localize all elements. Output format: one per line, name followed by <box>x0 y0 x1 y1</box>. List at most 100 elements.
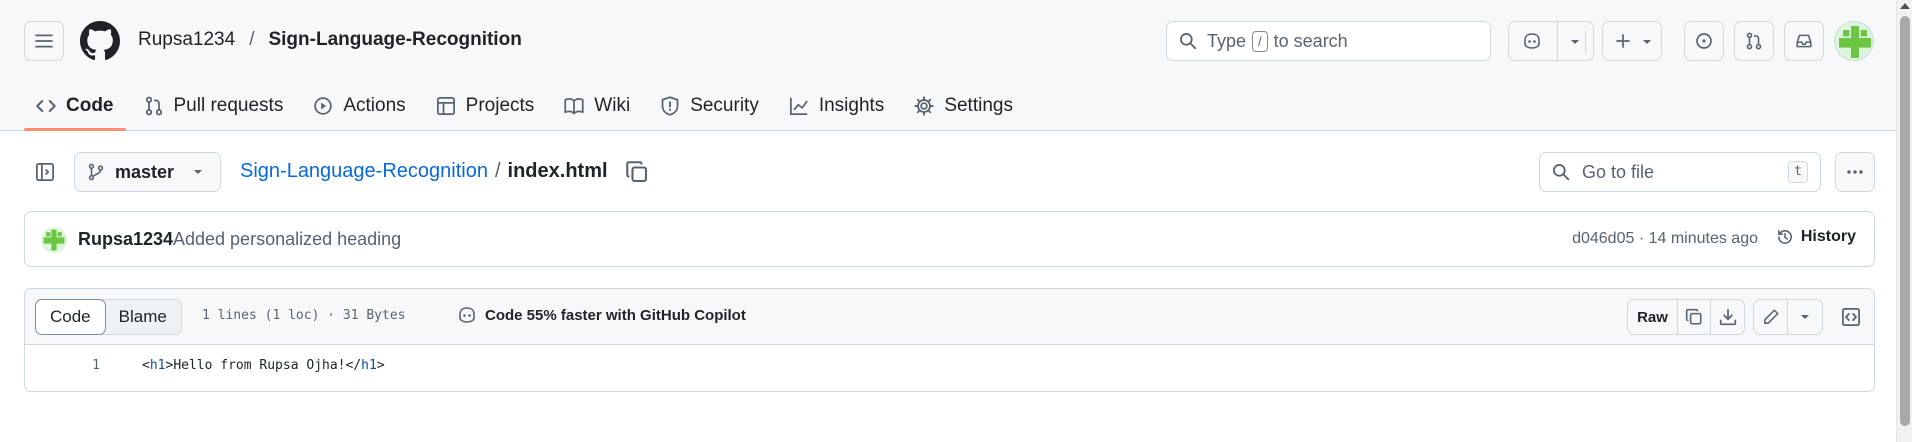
raw-button[interactable]: Raw <box>1628 300 1678 334</box>
book-icon <box>564 98 584 115</box>
path-repo-link[interactable]: Sign-Language-Recognition <box>240 160 488 183</box>
line-content: <h1>Hello from Rupsa Ojha!</h1> <box>142 358 385 373</box>
tab-label: Actions <box>343 95 406 116</box>
pencil-icon <box>1763 309 1779 324</box>
history-button[interactable]: History <box>1776 228 1856 246</box>
search-shortcut-key: / <box>1252 30 1268 52</box>
code-view-button[interactable]: Code <box>35 299 106 335</box>
commit-message[interactable]: Added personalized heading <box>173 229 401 250</box>
code-line: 1 <h1>Hello from Rupsa Ojha!</h1> <box>25 345 1874 391</box>
search-icon <box>1553 164 1570 181</box>
raw-actions-group: Raw <box>1627 299 1745 335</box>
chevron-down-icon <box>1643 40 1651 44</box>
copy-icon[interactable] <box>625 160 649 184</box>
edit-options-dropdown[interactable] <box>1788 300 1822 334</box>
tab-label: Projects <box>465 95 535 116</box>
repo-breadcrumb: Rupsa1234 / Sign-Language-Recognition <box>138 29 522 51</box>
page-scrollbar[interactable] <box>1896 0 1912 442</box>
tab-settings[interactable]: Settings <box>902 82 1025 130</box>
commit-author-avatar[interactable] <box>41 227 67 253</box>
tab-code[interactable]: Code <box>24 82 126 131</box>
history-icon <box>1777 230 1792 244</box>
tab-insights[interactable]: Insights <box>777 82 896 130</box>
copilot-promo-link[interactable]: Code 55% faster with GitHub Copilot <box>457 306 746 324</box>
commit-author[interactable]: Rupsa1234 <box>78 229 173 250</box>
pull-requests-button[interactable] <box>1734 21 1774 61</box>
sidebar-toggle-button[interactable] <box>28 155 62 189</box>
scroll-up-arrow[interactable] <box>1900 3 1910 9</box>
path-separator: / <box>494 160 501 182</box>
hamburger-icon <box>35 34 53 48</box>
copilot-icon[interactable] <box>1522 32 1542 50</box>
shield-icon <box>661 96 679 116</box>
go-to-file-input[interactable]: Go to file t <box>1539 152 1821 192</box>
search-suffix: to search <box>1273 30 1348 51</box>
kebab-horizontal-icon <box>1847 170 1863 174</box>
file-path-breadcrumb: Sign-Language-Recognition / index.html <box>240 160 608 183</box>
tab-label: Pull requests <box>173 95 284 116</box>
plus-icon <box>1616 34 1630 48</box>
file-view: Code Blame 1 lines (1 loc) · 31 Bytes Co… <box>24 288 1875 392</box>
token-text: Hello from Rupsa Ojha! <box>173 358 346 373</box>
download-raw-button[interactable] <box>1711 300 1744 334</box>
line-number[interactable]: 1 <box>55 358 100 373</box>
copilot-button-group[interactable] <box>1508 21 1594 61</box>
github-logo-icon[interactable] <box>80 21 120 61</box>
path-file-name: index.html <box>507 160 608 182</box>
issue-opened-icon <box>1696 33 1712 49</box>
tab-label: Insights <box>818 95 885 116</box>
table-icon <box>436 97 455 115</box>
inbox-icon <box>1796 34 1812 48</box>
tab-wiki[interactable]: Wiki <box>552 82 642 130</box>
more-options-button[interactable] <box>1835 152 1875 192</box>
scrollbar-thumb[interactable] <box>1900 16 1910 426</box>
issues-button[interactable] <box>1684 21 1724 61</box>
repo-owner-link[interactable]: Rupsa1234 <box>138 29 235 51</box>
header-separator <box>1585 31 1586 53</box>
token-punct: > <box>376 358 385 373</box>
graph-icon <box>789 97 808 115</box>
history-label: History <box>1800 228 1856 245</box>
symbols-panel-button[interactable] <box>1836 299 1866 335</box>
tab-label: Code <box>66 95 114 116</box>
git-branch-icon <box>88 163 104 181</box>
tab-label: Wiki <box>594 95 631 116</box>
tab-pull-requests[interactable]: Pull requests <box>132 82 296 130</box>
inbox-button[interactable] <box>1784 21 1824 61</box>
sidebar-expand-icon <box>36 163 54 181</box>
gear-icon <box>914 96 934 116</box>
branch-name: master <box>115 161 175 182</box>
tab-projects[interactable]: Projects <box>424 82 547 130</box>
copy-raw-button[interactable] <box>1678 300 1711 334</box>
menu-button[interactable] <box>24 21 64 61</box>
search-input[interactable]: Type / to search <box>1166 21 1491 61</box>
latest-commit-box: Rupsa1234 Added personalized heading d04… <box>24 211 1875 267</box>
copilot-promo-text: Code 55% faster with GitHub Copilot <box>485 306 746 324</box>
token-tag: h1 <box>149 358 166 373</box>
create-new-button[interactable] <box>1602 21 1662 61</box>
commit-meta[interactable]: d046d05 · 14 minutes ago <box>1572 230 1758 248</box>
user-avatar[interactable] <box>1834 21 1874 61</box>
identicon-icon <box>1839 26 1871 58</box>
app-header: Rupsa1234 / Sign-Language-Recognition Ty… <box>0 0 1896 131</box>
repo-name-link[interactable]: Sign-Language-Recognition <box>268 29 521 51</box>
edit-file-button[interactable] <box>1754 300 1788 334</box>
breadcrumb-separator: / <box>249 29 255 50</box>
chevron-down-icon <box>194 170 203 174</box>
blame-view-button[interactable]: Blame <box>105 300 181 334</box>
chevron-down-icon[interactable] <box>1569 37 1581 47</box>
git-pull-request-icon <box>145 96 162 116</box>
tab-actions[interactable]: Actions <box>301 82 417 130</box>
tab-security[interactable]: Security <box>648 82 771 130</box>
go-to-file-shortcut: t <box>1788 161 1808 183</box>
code-icon <box>36 100 56 112</box>
go-to-file-placeholder: Go to file <box>1582 161 1655 182</box>
download-icon <box>1719 308 1736 326</box>
copilot-divider <box>1557 22 1558 60</box>
branch-select-button[interactable]: master <box>74 152 221 192</box>
file-size-info: 1 lines (1 loc) · 31 Bytes <box>202 308 406 323</box>
token-tag: h1 <box>361 358 377 373</box>
repo-nav: Code Pull requests Actions Projects Wiki… <box>24 82 1031 131</box>
tab-label: Security <box>690 95 759 116</box>
top-bar: Rupsa1234 / Sign-Language-Recognition Ty… <box>0 0 1896 82</box>
